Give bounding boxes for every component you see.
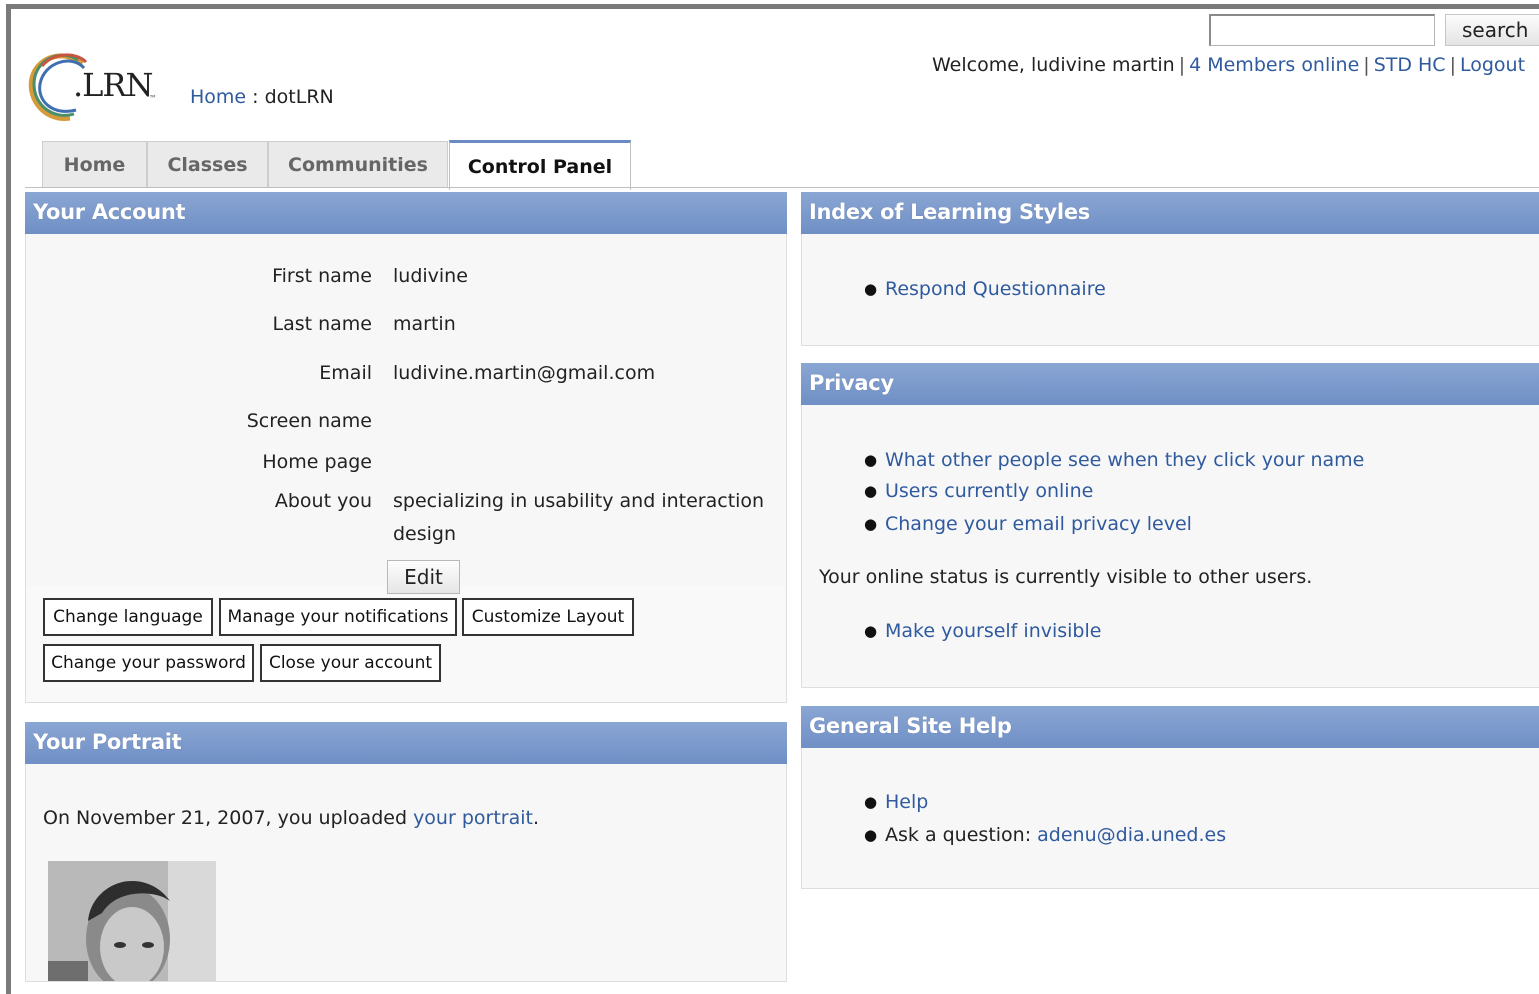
bullet-icon: ● — [864, 280, 878, 298]
list-item: ● Respond Questionnaire — [864, 278, 1106, 300]
breadcrumb-home-link[interactable]: Home — [190, 86, 246, 108]
customize-layout-button[interactable]: Customize Layout — [462, 598, 634, 636]
email-link[interactable]: ludivine.martin@gmail.com — [393, 362, 655, 384]
tab-home[interactable]: Home — [42, 141, 147, 188]
tab-communities-label: Communities — [288, 154, 428, 176]
tab-divider — [25, 187, 1539, 188]
portrait-portlet-title: Your Portrait — [25, 722, 787, 765]
tab-communities[interactable]: Communities — [268, 141, 448, 188]
search-button[interactable]: search — [1445, 14, 1539, 46]
ask-email-link[interactable]: adenu@dia.uned.es — [1037, 824, 1226, 846]
portrait-face-image — [48, 861, 216, 981]
portrait-text-before: On November 21, 2007, you uploaded — [43, 807, 408, 829]
tab-control-panel-label: Control Panel — [467, 155, 613, 178]
list-item: ● What other people see when they click y… — [864, 449, 1364, 471]
last-name-label: Last name — [272, 313, 373, 335]
about-you-label: About you — [274, 490, 372, 512]
list-item: ● Change your email privacy level — [864, 513, 1192, 535]
list-item: ● Users currently online — [864, 480, 1093, 502]
email-label: Email — [319, 362, 372, 384]
bullet-icon: ● — [864, 826, 878, 844]
community-link[interactable]: STD HC — [1374, 54, 1446, 76]
privacy-title: Privacy — [801, 363, 1539, 406]
logo-text: .LRN — [73, 66, 154, 104]
tab-control-panel[interactable]: Control Panel — [449, 140, 631, 190]
breadcrumb: Home : dotLRN — [190, 86, 334, 108]
help-title: General Site Help — [801, 706, 1539, 749]
change-language-button[interactable]: Change language — [43, 598, 213, 636]
welcome-text: Welcome, ludivine martin — [932, 54, 1175, 76]
change-password-button[interactable]: Change your password — [43, 644, 254, 682]
learning-styles-title: Index of Learning Styles — [801, 192, 1539, 235]
last-name-value: martin — [393, 313, 456, 335]
help-body — [801, 748, 1539, 889]
list-item: ● Help — [864, 791, 928, 813]
close-account-button[interactable]: Close your account — [260, 644, 441, 682]
online-status-text: Your online status is currently visible … — [819, 566, 1313, 588]
your-portrait-link[interactable]: your portrait — [413, 807, 533, 829]
bullet-icon: ● — [864, 793, 878, 811]
logout-link[interactable]: Logout — [1460, 54, 1525, 76]
list-item: ● Ask a question: adenu@dia.uned.es — [864, 824, 1226, 846]
bullet-icon: ● — [864, 451, 878, 469]
screen-name-label: Screen name — [246, 410, 372, 432]
list-item: ● Make yourself invisible — [864, 620, 1101, 642]
first-name-value: ludivine — [393, 265, 468, 287]
dotlrn-logo[interactable]: .LRN ™ — [24, 48, 164, 126]
respond-questionnaire-link[interactable]: Respond Questionnaire — [885, 278, 1106, 300]
members-online-link[interactable]: 4 Members online — [1189, 54, 1359, 76]
privacy-body — [801, 405, 1539, 688]
help-link[interactable]: Help — [885, 791, 928, 813]
breadcrumb-separator: : — [252, 86, 259, 108]
about-you-value-line2: design — [393, 523, 457, 545]
make-invisible-link[interactable]: Make yourself invisible — [885, 620, 1101, 642]
welcome-bar: Welcome, ludivine martin | 4 Members onlin… — [932, 54, 1526, 76]
account-portlet-title: Your Account — [25, 192, 787, 235]
email-privacy-link[interactable]: Change your email privacy level — [885, 513, 1192, 535]
portrait-photo[interactable] — [48, 861, 216, 981]
logo-tm: ™ — [149, 94, 157, 103]
edit-button[interactable]: Edit — [387, 560, 460, 594]
breadcrumb-current: dotLRN — [264, 86, 334, 108]
tab-home-label: Home — [63, 154, 126, 176]
portrait-upload-text: On November 21, 2007, you uploaded your … — [43, 807, 539, 829]
learning-styles-portlet: Index of Learning Styles — [801, 192, 1539, 346]
tab-classes-label: Classes — [167, 154, 248, 176]
portrait-text-after: . — [532, 807, 540, 829]
manage-notifications-button[interactable]: Manage your notifications — [219, 598, 457, 636]
bullet-icon: ● — [864, 515, 878, 533]
search-input[interactable] — [1209, 14, 1435, 46]
users-online-link[interactable]: Users currently online — [885, 480, 1093, 502]
first-name-label: First name — [272, 265, 372, 287]
bullet-icon: ● — [864, 482, 878, 500]
about-you-value: specializing in usability and interactio… — [393, 490, 765, 512]
tab-classes[interactable]: Classes — [147, 141, 268, 188]
bullet-icon: ● — [864, 622, 878, 640]
what-others-see-link[interactable]: What other people see when they click yo… — [885, 449, 1364, 471]
ask-question-label: Ask a question: — [885, 824, 1032, 846]
home-page-label: Home page — [262, 451, 372, 473]
